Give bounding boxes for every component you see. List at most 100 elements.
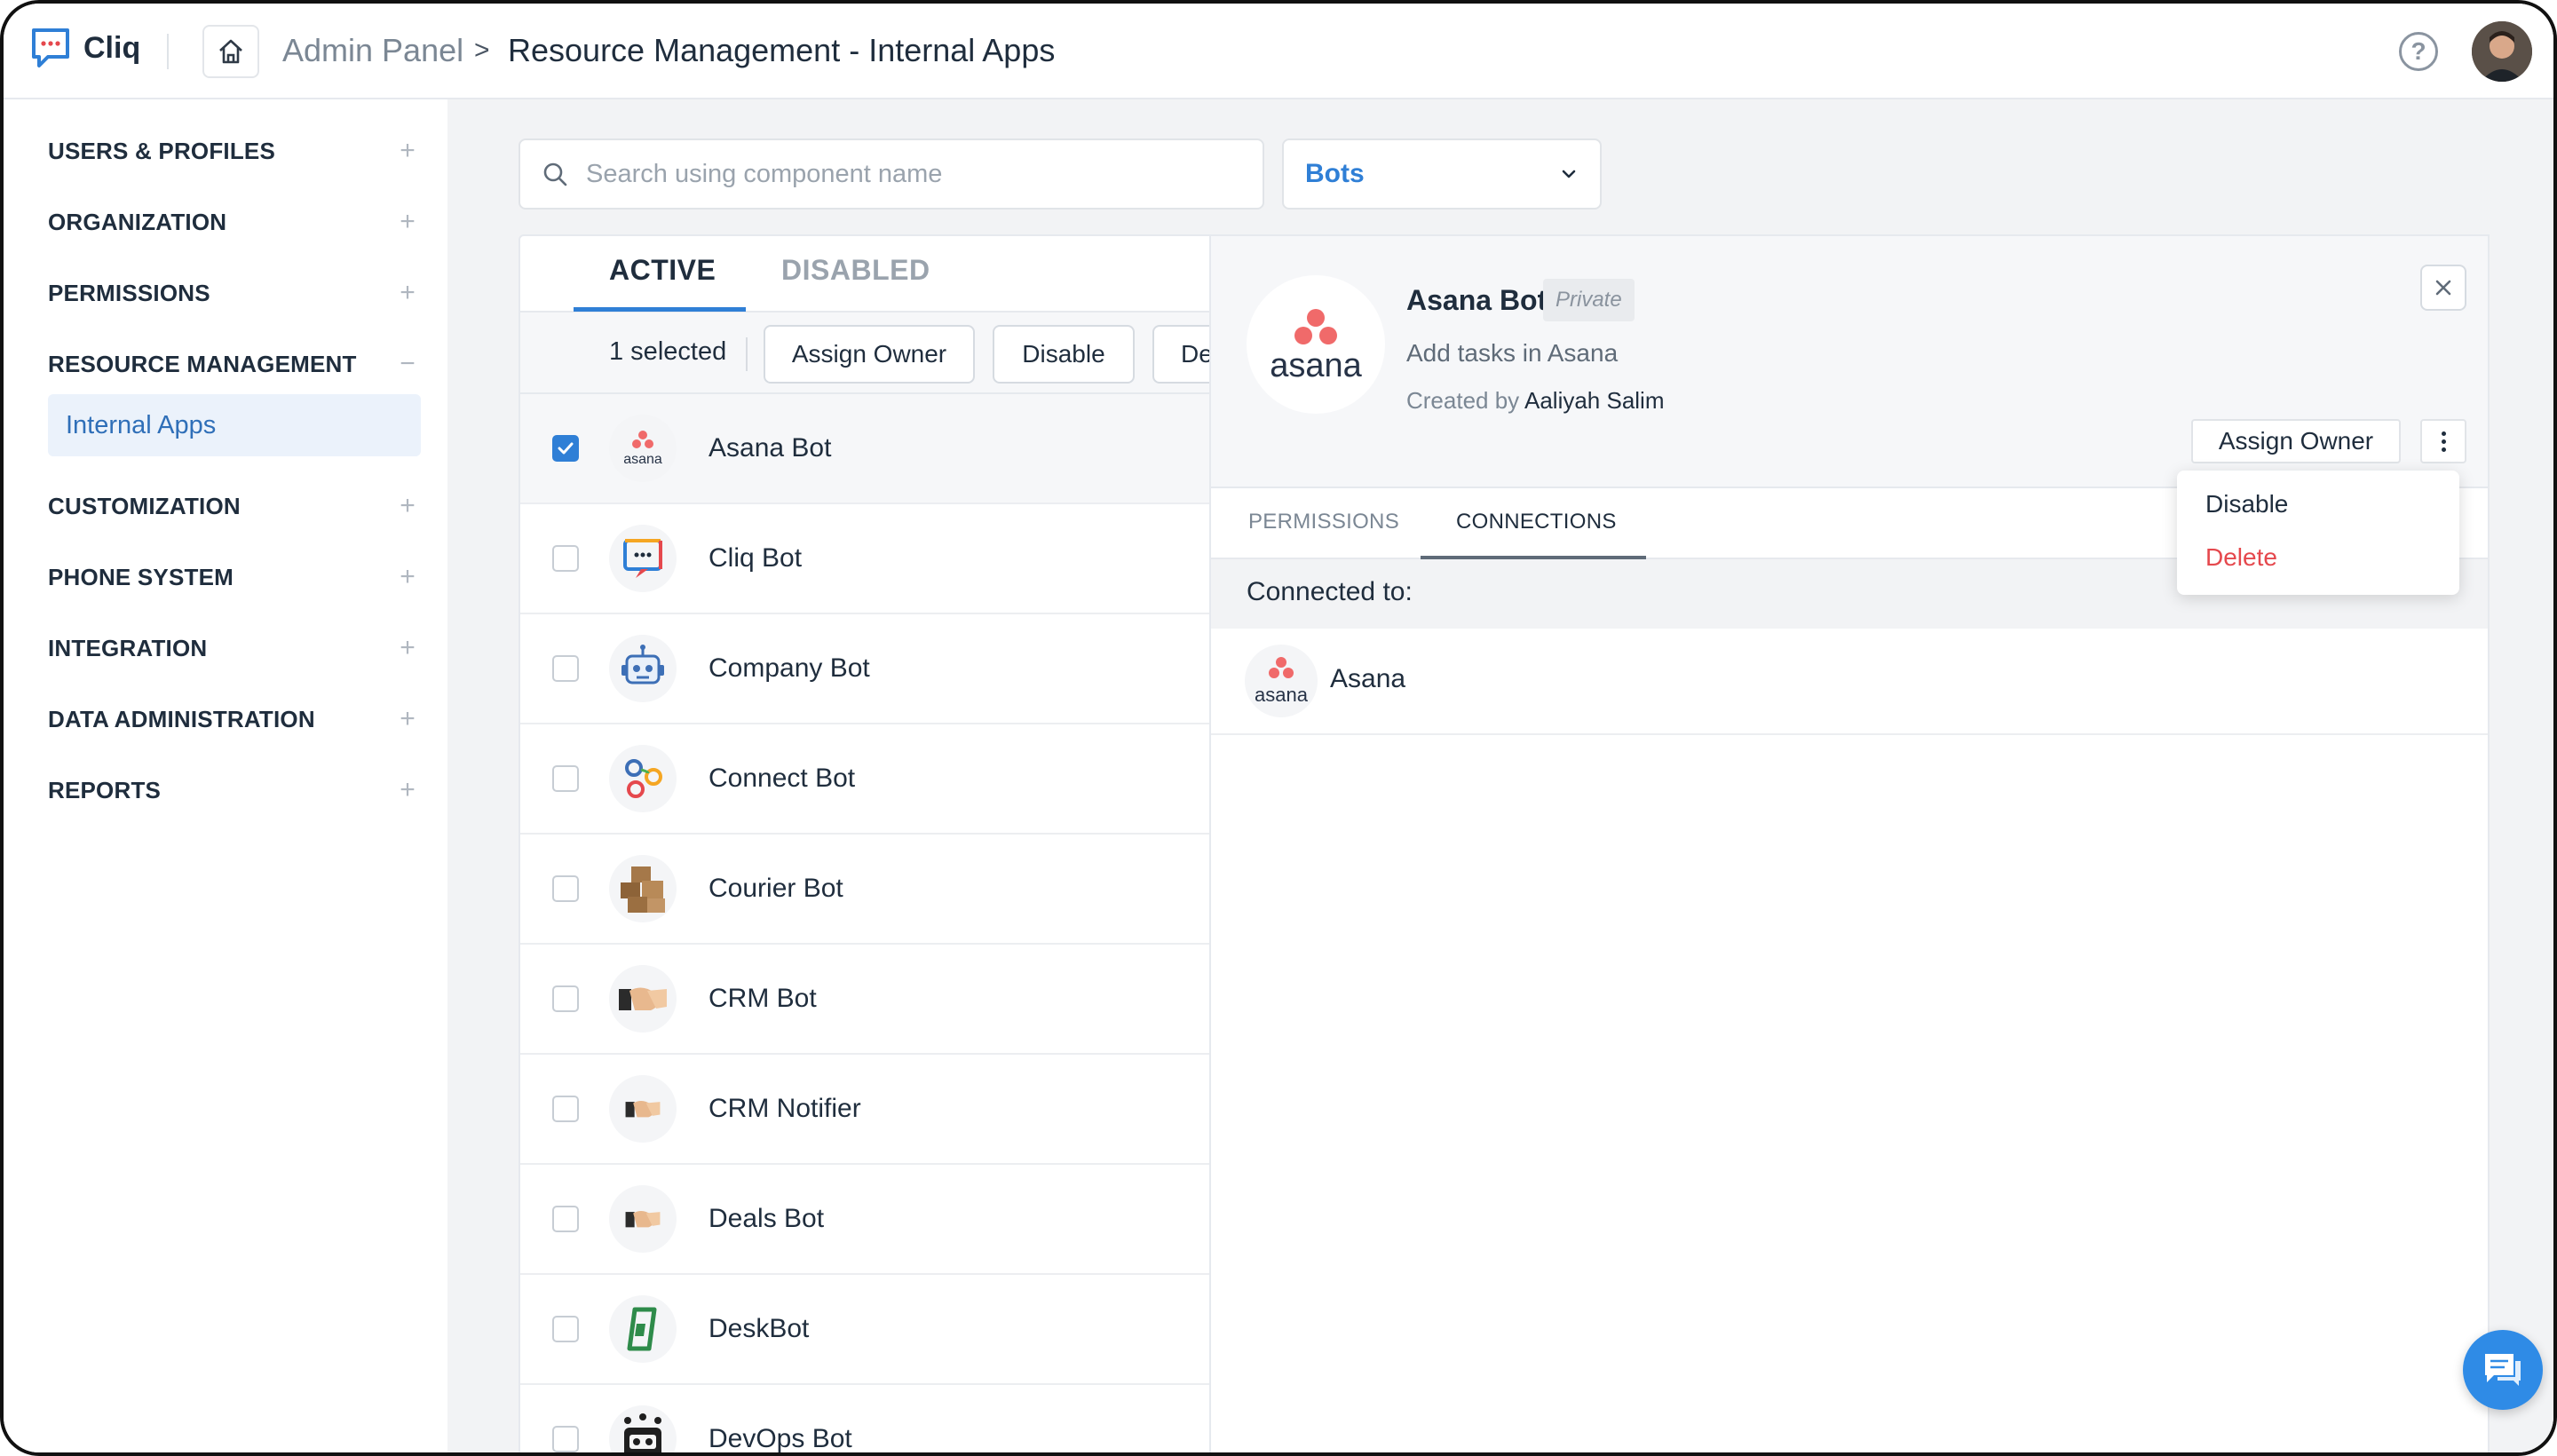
bot-name: Courier Bot [709, 874, 843, 903]
disable-bulk-button[interactable]: Disable [993, 325, 1135, 384]
devops-robot-icon [609, 1405, 677, 1452]
handshake-icon [609, 1185, 677, 1253]
asana-logo: asana [1247, 275, 1385, 414]
status-tabs: ACTIVE DISABLED [520, 236, 1209, 313]
sidebar: USERS & PROFILES + ORGANIZATION + PERMIS… [4, 99, 447, 1452]
row-checkbox[interactable] [552, 1096, 579, 1122]
menu-item-delete[interactable]: Delete [2205, 543, 2277, 572]
home-icon [219, 39, 242, 64]
sidebar-item-phone-system[interactable]: PHONE SYSTEM + [48, 559, 421, 595]
expand-icon[interactable]: + [394, 562, 421, 592]
home-button[interactable] [202, 25, 259, 78]
expand-icon[interactable]: + [394, 775, 421, 805]
created-by-label: Created by [1406, 387, 1520, 414]
sidebar-item-customization[interactable]: CUSTOMIZATION + [48, 488, 421, 524]
chat-bubble-icon [2485, 1354, 2521, 1386]
sidebar-item-resource-management[interactable]: RESOURCE MANAGEMENT − [48, 346, 421, 382]
sidebar-item-label: PERMISSIONS [48, 279, 210, 306]
connection-item[interactable]: asana Asana [1211, 629, 2488, 735]
tab-disabled[interactable]: DISABLED [781, 254, 930, 287]
expand-icon[interactable]: + [394, 278, 421, 308]
bot-name: CRM Bot [709, 984, 817, 1013]
bot-name: Asana Bot [709, 433, 832, 463]
top-bar: Cliq Admin Panel > Resource Management -… [4, 4, 2553, 99]
tab-connections[interactable]: CONNECTIONS [1456, 510, 1617, 534]
list-item[interactable]: CRM Notifier [520, 1055, 1209, 1165]
bot-name: CRM Notifier [709, 1094, 861, 1123]
cliq-logo-icon [28, 25, 75, 71]
detail-header: asana Asana Bot Private Add tasks in Asa… [1211, 236, 2488, 488]
expand-icon[interactable]: + [394, 491, 421, 521]
sidebar-item-users-profiles[interactable]: USERS & PROFILES + [48, 133, 421, 169]
logo-wordmark: asana [1270, 347, 1362, 384]
detail-description: Add tasks in Asana [1406, 339, 1619, 367]
row-checkbox[interactable] [552, 1206, 579, 1232]
expand-icon[interactable]: + [394, 207, 421, 237]
bot-name: Connect Bot [709, 764, 856, 793]
sidebar-subitem-internal-apps[interactable]: Internal Apps [48, 394, 421, 456]
row-checkbox[interactable] [552, 1426, 579, 1452]
sidebar-item-label: PHONE SYSTEM [48, 563, 234, 590]
connection-name: Asana [1330, 664, 1406, 693]
chat-support-button[interactable] [2463, 1330, 2543, 1410]
kebab-dot [2441, 439, 2446, 444]
app-logo[interactable]: Cliq [28, 25, 140, 71]
avatar[interactable] [2472, 21, 2532, 82]
list-item[interactable]: DevOps Bot [520, 1385, 1209, 1452]
help-icon[interactable]: ? [2399, 32, 2438, 71]
more-options-button[interactable] [2420, 419, 2466, 463]
bot-name: DeskBot [709, 1314, 810, 1343]
row-checkbox[interactable] [552, 435, 579, 462]
list-item[interactable]: Courier Bot [520, 835, 1209, 945]
detail-title: Asana Bot [1406, 284, 1548, 316]
row-checkbox[interactable] [552, 1316, 579, 1342]
visibility-badge: Private [1543, 279, 1635, 321]
list-item[interactable]: CRM Bot [520, 945, 1209, 1055]
sidebar-item-integration[interactable]: INTEGRATION + [48, 630, 421, 666]
expand-icon[interactable]: + [394, 633, 421, 663]
handshake-icon [609, 1075, 677, 1143]
assign-owner-button[interactable]: Assign Owner [2191, 419, 2401, 463]
sidebar-item-data-administration[interactable]: DATA ADMINISTRATION + [48, 701, 421, 737]
app-window: Cliq Admin Panel > Resource Management -… [0, 0, 2557, 1456]
sidebar-item-label: RESOURCE MANAGEMENT [48, 350, 357, 377]
row-checkbox[interactable] [552, 765, 579, 792]
svg-text:asana: asana [623, 452, 662, 467]
list-item[interactable]: asana Asana Bot [520, 394, 1209, 504]
tab-permissions[interactable]: PERMISSIONS [1248, 510, 1399, 534]
search-input[interactable]: Search using component name [519, 138, 1264, 210]
list-item[interactable]: Company Bot [520, 614, 1209, 724]
bot-detail-panel: asana Asana Bot Private Add tasks in Asa… [1209, 234, 2490, 1452]
row-checkbox[interactable] [552, 875, 579, 902]
close-button[interactable] [2420, 265, 2466, 311]
bot-list: asana Asana Bot Cliq Bot Company Bot Con… [520, 394, 1209, 1452]
bot-name: Company Bot [709, 653, 870, 683]
sidebar-item-reports[interactable]: REPORTS + [48, 772, 421, 808]
expand-icon[interactable]: + [394, 704, 421, 734]
breadcrumb-root[interactable]: Admin Panel [282, 32, 463, 69]
list-item[interactable]: Connect Bot [520, 724, 1209, 835]
row-checkbox[interactable] [552, 655, 579, 682]
sidebar-item-organization[interactable]: ORGANIZATION + [48, 204, 421, 240]
collapse-icon[interactable]: − [394, 349, 421, 379]
tab-active[interactable]: ACTIVE [609, 254, 716, 287]
main-content: Search using component name Bots ACTIVE … [447, 99, 2553, 1452]
delete-bulk-button[interactable]: De [1152, 325, 1209, 384]
sidebar-item-permissions[interactable]: PERMISSIONS + [48, 275, 421, 311]
list-item[interactable]: DeskBot [520, 1275, 1209, 1385]
list-item[interactable]: Cliq Bot [520, 504, 1209, 614]
search-placeholder: Search using component name [586, 159, 943, 188]
bot-name: Cliq Bot [709, 543, 803, 573]
expand-icon[interactable]: + [394, 136, 421, 166]
connect-icon [609, 745, 677, 812]
menu-item-disable[interactable]: Disable [2205, 490, 2288, 518]
app-name: Cliq [83, 30, 141, 65]
breadcrumb-current: Resource Management - Internal Apps [508, 32, 1056, 68]
created-by: Created by Aaliyah Salim [1406, 387, 1665, 415]
row-checkbox[interactable] [552, 545, 579, 572]
list-item[interactable]: Deals Bot [520, 1165, 1209, 1275]
component-type-select[interactable]: Bots [1282, 138, 1602, 210]
assign-owner-bulk-button[interactable]: Assign Owner [764, 325, 975, 384]
active-tab-indicator [574, 307, 746, 312]
row-checkbox[interactable] [552, 985, 579, 1012]
